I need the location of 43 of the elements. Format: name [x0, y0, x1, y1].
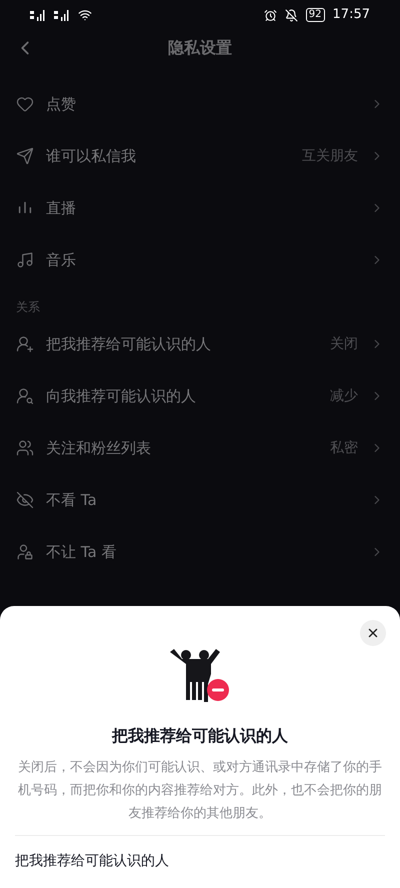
settings-row[interactable]: 关注和粉丝列表 私密: [0, 422, 400, 474]
people-icon: [16, 439, 34, 457]
row-label: 不让 Ta 看: [46, 542, 118, 563]
row-value: 私密: [330, 438, 358, 458]
row-label: 向我推荐可能认识的人: [46, 386, 197, 407]
settings-row[interactable]: 不让 Ta 看: [0, 526, 400, 578]
settings-row[interactable]: 点赞: [0, 78, 400, 130]
close-icon: [366, 626, 380, 640]
row-label: 把我推荐给可能认识的人: [46, 334, 212, 355]
heart-icon: [16, 95, 34, 113]
close-button[interactable]: [360, 620, 386, 646]
row-value: 关闭: [330, 334, 358, 354]
sheet-title: 把我推荐给可能认识的人: [112, 725, 288, 747]
signal-icon: [54, 9, 70, 21]
sheet-description: 关闭后，不会因为你们可能认识、或对方通讯录中存储了你的手机号码，而把你和你的内容推荐给对方。此外，也不会把你的朋友推荐给你的其他朋友。: [17, 759, 383, 823]
alarm-icon: [264, 8, 277, 22]
row-label: 点赞: [46, 94, 77, 115]
settings-row[interactable]: 谁可以私信我 互关朋友: [0, 130, 400, 182]
option-label: 把我推荐给可能认识的人: [15, 852, 169, 870]
people-minus-icon: [168, 646, 232, 702]
paper-plane-icon: [16, 147, 34, 165]
row-label: 不看 Ta: [46, 490, 98, 511]
row-label: 关注和粉丝列表: [46, 438, 152, 459]
row-label: 谁可以私信我: [46, 146, 137, 167]
settings-row[interactable]: 音乐: [0, 234, 400, 286]
page-title: 隐私设置: [168, 37, 232, 59]
eye-slash-icon: [16, 491, 34, 509]
row-value: 减少: [330, 386, 358, 406]
settings-row[interactable]: 不看 Ta: [0, 474, 400, 526]
battery-level: 92: [306, 8, 325, 22]
row-value: 互关朋友: [302, 146, 358, 166]
section-heading: 关系: [15, 299, 41, 316]
wifi-icon: [78, 8, 92, 22]
row-label: 音乐: [46, 250, 77, 271]
music-note-icon: [16, 251, 34, 269]
bell-off-icon: [284, 8, 298, 22]
settings-row[interactable]: 向我推荐可能认识的人 减少: [0, 370, 400, 422]
person-lock-icon: [16, 543, 34, 561]
row-label: 直播: [46, 198, 77, 219]
clock-time: 17:57: [332, 6, 370, 24]
settings-row[interactable]: 直播: [0, 182, 400, 234]
settings-row[interactable]: 把我推荐给可能认识的人 关闭: [0, 318, 400, 370]
signal-icon: [30, 9, 46, 21]
